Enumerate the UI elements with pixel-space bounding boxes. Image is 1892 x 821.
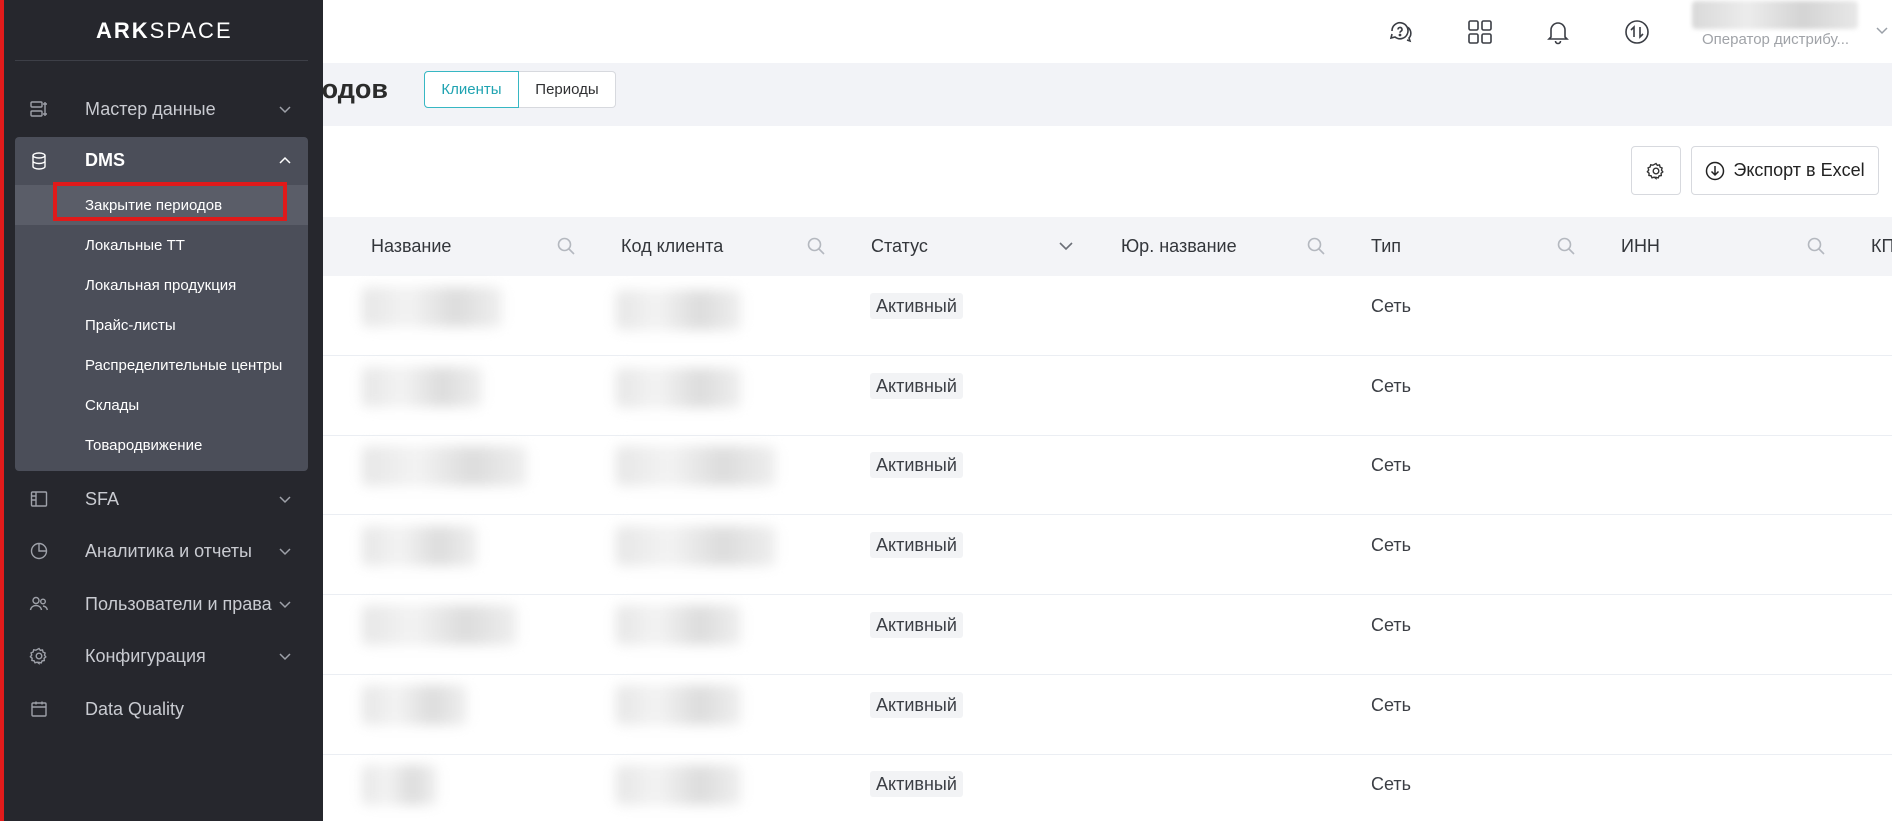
users-icon [29, 596, 48, 611]
redacted-name [362, 287, 502, 327]
gear-icon [1646, 162, 1664, 180]
status-badge: Активный [870, 373, 963, 399]
status-badge: Активный [870, 293, 963, 319]
tab-periods[interactable]: Периоды [519, 71, 616, 108]
sidebar-subitem-stock-movement[interactable]: Товародвижение [85, 437, 202, 454]
redacted-name [362, 605, 517, 645]
support-chat-icon[interactable] [1381, 12, 1421, 52]
sidebar-item-label: Мастер данные [85, 98, 216, 119]
sidebar-edge [0, 0, 4, 821]
column-header-kpp[interactable]: КП [1871, 217, 1892, 276]
sidebar-item-users[interactable]: Пользователи и права [15, 584, 308, 624]
column-header-type[interactable]: Тип [1371, 217, 1401, 276]
sync-arrows-icon[interactable] [1617, 12, 1657, 52]
logo-text-light: SPACE [149, 18, 233, 43]
type-cell: Сеть [1371, 535, 1412, 555]
sidebar-item-label: SFA [85, 488, 120, 509]
gear-icon [29, 647, 47, 665]
logo-text-bold: ARK [96, 18, 150, 43]
sidebar-subitem-distribution-centers[interactable]: Распределительные центры [85, 357, 282, 374]
status-badge: Активный [870, 532, 963, 558]
redacted-client-code [616, 765, 741, 805]
redacted-client-code [616, 605, 741, 645]
master-data-icon [30, 101, 47, 117]
redacted-client-code [616, 446, 776, 486]
export-excel-button[interactable]: Экспорт в Excel [1691, 146, 1879, 195]
status-badge: Активный [870, 692, 963, 718]
sidebar: ARKSPACE Мастер данные DMS Закрытие пери… [0, 0, 323, 821]
column-header-client-code[interactable]: Код клиента [621, 217, 723, 276]
sidebar-subitem-warehouses[interactable]: Склады [85, 397, 139, 414]
redacted-client-code [616, 368, 741, 408]
bell-icon[interactable] [1538, 12, 1578, 52]
sidebar-item-label: Пользователи и права [85, 593, 272, 614]
type-cell: Сеть [1371, 695, 1412, 715]
chevron-down-icon [279, 496, 291, 504]
search-icon[interactable] [556, 236, 576, 256]
sidebar-subitem-local-products[interactable]: Локальная продукция [85, 277, 236, 294]
redacted-name [362, 367, 482, 407]
redacted-name [362, 526, 477, 566]
redacted-client-code [616, 685, 741, 725]
user-name-redacted [1692, 1, 1858, 29]
sidebar-item-label: Data Quality [85, 698, 185, 719]
sidebar-item-configuration[interactable]: Конфигурация [15, 636, 308, 676]
column-header-legal-name[interactable]: Юр. название [1121, 217, 1237, 276]
redacted-name [362, 765, 437, 805]
status-badge: Активный [870, 612, 963, 638]
apps-grid-icon[interactable] [1460, 12, 1500, 52]
type-cell: Сеть [1371, 296, 1412, 316]
sidebar-item-label: Аналитика и отчеты [85, 540, 252, 561]
app-logo[interactable]: ARKSPACE [96, 18, 233, 44]
type-cell: Сеть [1371, 774, 1412, 794]
sidebar-item-label: DMS [85, 150, 125, 170]
chevron-down-icon [279, 653, 291, 661]
database-icon [32, 152, 46, 170]
chevron-down-icon [279, 106, 291, 114]
sidebar-item-analytics[interactable]: Аналитика и отчеты [15, 531, 308, 571]
chevron-down-icon [279, 601, 291, 609]
export-excel-label: Экспорт в Excel [1733, 160, 1865, 180]
type-cell: Сеть [1371, 455, 1412, 475]
analytics-icon [30, 542, 48, 560]
chevron-down-icon [279, 548, 291, 556]
status-badge: Активный [870, 771, 963, 797]
redacted-name [362, 685, 467, 725]
sidebar-item-sfa[interactable]: SFA [15, 479, 308, 519]
user-menu[interactable]: Оператор дистрибу... [1690, 0, 1888, 63]
table-settings-button[interactable] [1631, 146, 1681, 195]
sidebar-item-dms[interactable]: DMS [15, 137, 308, 185]
annotation-highlight [53, 182, 287, 221]
user-role: Оператор дистрибу... [1702, 31, 1850, 48]
sidebar-subitem-price-lists[interactable]: Прайс-листы [85, 317, 176, 334]
column-header-status[interactable]: Статус [871, 217, 928, 276]
search-icon[interactable] [1806, 236, 1826, 256]
search-icon[interactable] [806, 236, 826, 256]
calendar-icon [31, 701, 47, 717]
status-badge: Активный [870, 452, 963, 478]
search-icon[interactable] [1556, 236, 1576, 256]
chevron-up-icon [279, 156, 291, 164]
divider [15, 60, 308, 61]
type-cell: Сеть [1371, 615, 1412, 635]
chevron-down-icon [1876, 27, 1888, 35]
sidebar-item-master-data[interactable]: Мастер данные [15, 89, 308, 129]
tab-clients[interactable]: Клиенты [424, 71, 519, 108]
download-icon [1706, 161, 1725, 180]
redacted-client-code [616, 526, 776, 566]
chevron-down-icon[interactable] [1056, 236, 1076, 256]
column-header-name[interactable]: Название [371, 217, 451, 276]
sidebar-item-data-quality[interactable]: Data Quality [15, 689, 308, 729]
sidebar-item-label: Конфигурация [85, 645, 206, 666]
column-header-inn[interactable]: ИНН [1621, 217, 1660, 276]
sfa-icon [30, 491, 48, 507]
search-icon[interactable] [1306, 236, 1326, 256]
type-cell: Сеть [1371, 376, 1412, 396]
redacted-client-code [616, 290, 741, 330]
sidebar-subitem-local-outlets[interactable]: Локальные ТТ [85, 237, 185, 254]
redacted-name [362, 446, 527, 486]
